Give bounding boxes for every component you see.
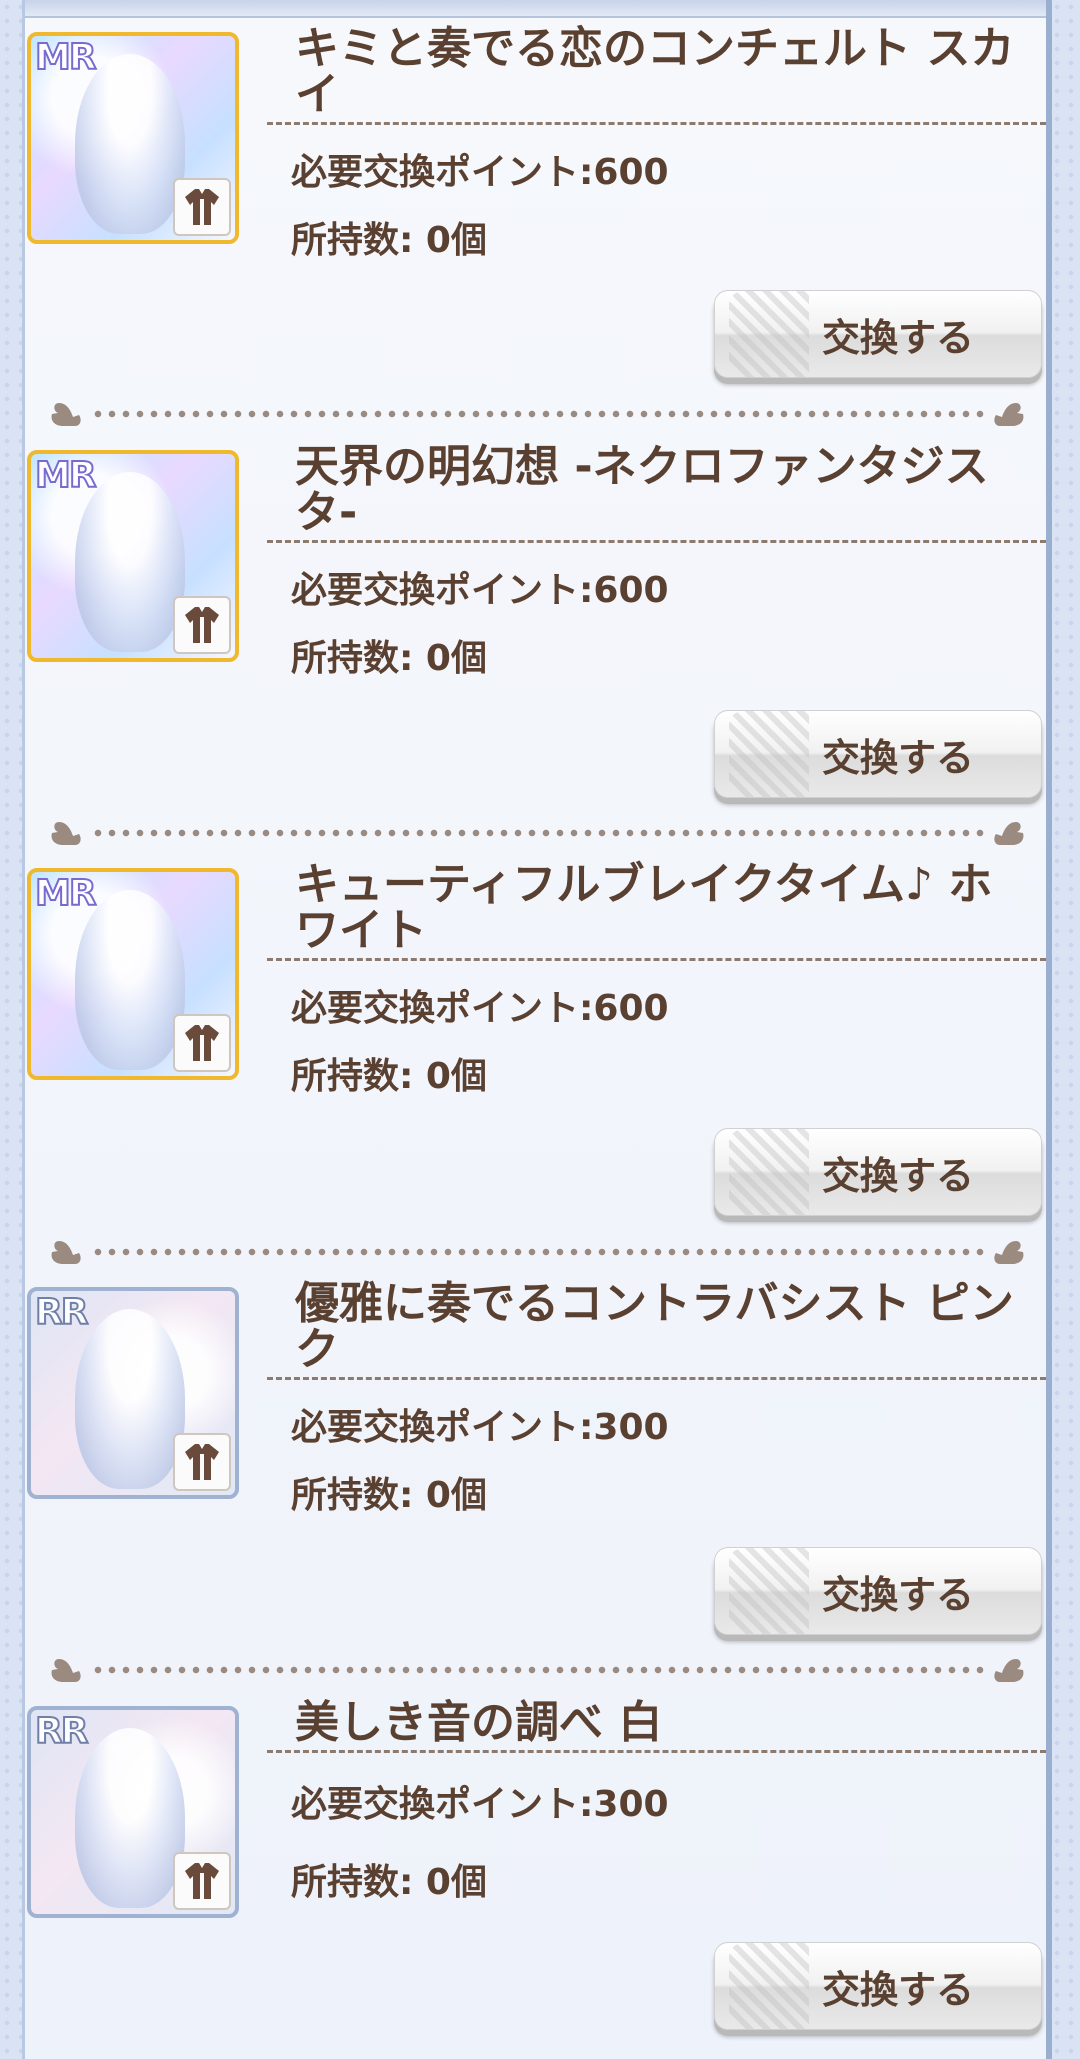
dress-icon xyxy=(173,1433,231,1491)
exchange-button-label: 交換する xyxy=(821,1153,974,1198)
item-info: キューティフルブレイクタイム♪ ホワイト 必要交換ポイント:600 所持数: 0… xyxy=(267,862,1046,1099)
required-points: 必要交換ポイント:300 xyxy=(291,1784,669,1825)
rarity-badge: MR xyxy=(34,455,98,496)
required-points: 必要交換ポイント:600 xyxy=(291,152,669,193)
list-item: RR 美しき音の調べ 白 必要交換ポイント:300 所持数: 0個 交換する xyxy=(25,1674,1046,2054)
item-info: キミと奏でる恋のコンチェルト スカイ 必要交換ポイント:600 所持数: 0個 xyxy=(267,26,1046,263)
exchange-button[interactable]: 交換する xyxy=(714,1128,1042,1216)
item-thumbnail[interactable]: MR xyxy=(27,32,239,244)
exchange-button-label: 交換する xyxy=(821,315,974,360)
item-info: 天界の明幻想 -ネクロファンタジスタ- 必要交換ポイント:600 所持数: 0個 xyxy=(267,444,1046,681)
owned-count: 所持数: 0個 xyxy=(291,1056,487,1097)
rarity-badge: RR xyxy=(34,1292,89,1333)
list-item: MR 天界の明幻想 -ネクロファンタジスタ- 必要交換ポイント:600 所持数:… xyxy=(25,418,1046,798)
dress-icon xyxy=(173,1852,231,1910)
item-info: 美しき音の調べ 白 必要交換ポイント:300 所持数: 0個 xyxy=(267,1700,1046,1905)
rarity-badge: MR xyxy=(34,873,98,914)
list-item: RR 優雅に奏でるコントラバシスト ピンク 必要交換ポイント:300 所持数: … xyxy=(25,1255,1046,1635)
item-thumbnail[interactable]: MR xyxy=(27,450,239,662)
divider xyxy=(267,1750,1046,1753)
rarity-badge: RR xyxy=(34,1711,89,1752)
item-title: 天界の明幻想 -ネクロファンタジスタ- xyxy=(295,441,989,538)
divider xyxy=(267,122,1046,125)
owned-count: 所持数: 0個 xyxy=(291,220,487,261)
owned-count: 所持数: 0個 xyxy=(291,638,487,679)
required-points: 必要交換ポイント:600 xyxy=(291,988,669,1029)
costume-illustration xyxy=(75,1728,185,1908)
exchange-button[interactable]: 交換する xyxy=(714,1942,1042,2030)
exchange-button[interactable]: 交換する xyxy=(714,710,1042,798)
exchange-list-panel: MR キミと奏でる恋のコンチェルト スカイ 必要交換ポイント:600 所持数: … xyxy=(22,0,1052,2059)
costume-illustration xyxy=(75,1309,185,1489)
owned-count: 所持数: 0個 xyxy=(291,1475,487,1516)
item-title: キミと奏でる恋のコンチェルト スカイ xyxy=(295,23,1015,120)
exchange-button[interactable]: 交換する xyxy=(714,290,1042,378)
item-title: キューティフルブレイクタイム♪ ホワイト xyxy=(295,859,993,956)
owned-count: 所持数: 0個 xyxy=(291,1862,487,1903)
exchange-button-label: 交換する xyxy=(821,1572,974,1617)
costume-illustration xyxy=(75,890,185,1070)
divider xyxy=(267,1377,1046,1380)
dress-icon xyxy=(173,1014,231,1072)
divider xyxy=(267,958,1046,961)
dress-icon xyxy=(173,596,231,654)
item-title: 美しき音の調べ 白 xyxy=(295,1697,663,1748)
required-points: 必要交換ポイント:300 xyxy=(291,1407,669,1448)
list-item: MR キミと奏でる恋のコンチェルト スカイ 必要交換ポイント:600 所持数: … xyxy=(25,0,1046,380)
item-thumbnail[interactable]: RR xyxy=(27,1706,239,1918)
item-thumbnail[interactable]: RR xyxy=(27,1287,239,1499)
dress-icon xyxy=(173,178,231,236)
list-item: MR キューティフルブレイクタイム♪ ホワイト 必要交換ポイント:600 所持数… xyxy=(25,836,1046,1216)
costume-illustration xyxy=(75,472,185,652)
item-thumbnail[interactable]: MR xyxy=(27,868,239,1080)
item-title: 優雅に奏でるコントラバシスト ピンク xyxy=(295,1278,1014,1375)
exchange-button-label: 交換する xyxy=(821,1967,974,2012)
costume-illustration xyxy=(75,54,185,234)
exchange-button-label: 交換する xyxy=(821,735,974,780)
exchange-button[interactable]: 交換する xyxy=(714,1547,1042,1635)
rarity-badge: MR xyxy=(34,37,98,78)
item-info: 優雅に奏でるコントラバシスト ピンク 必要交換ポイント:300 所持数: 0個 xyxy=(267,1281,1046,1518)
divider xyxy=(267,540,1046,543)
required-points: 必要交換ポイント:600 xyxy=(291,570,669,611)
